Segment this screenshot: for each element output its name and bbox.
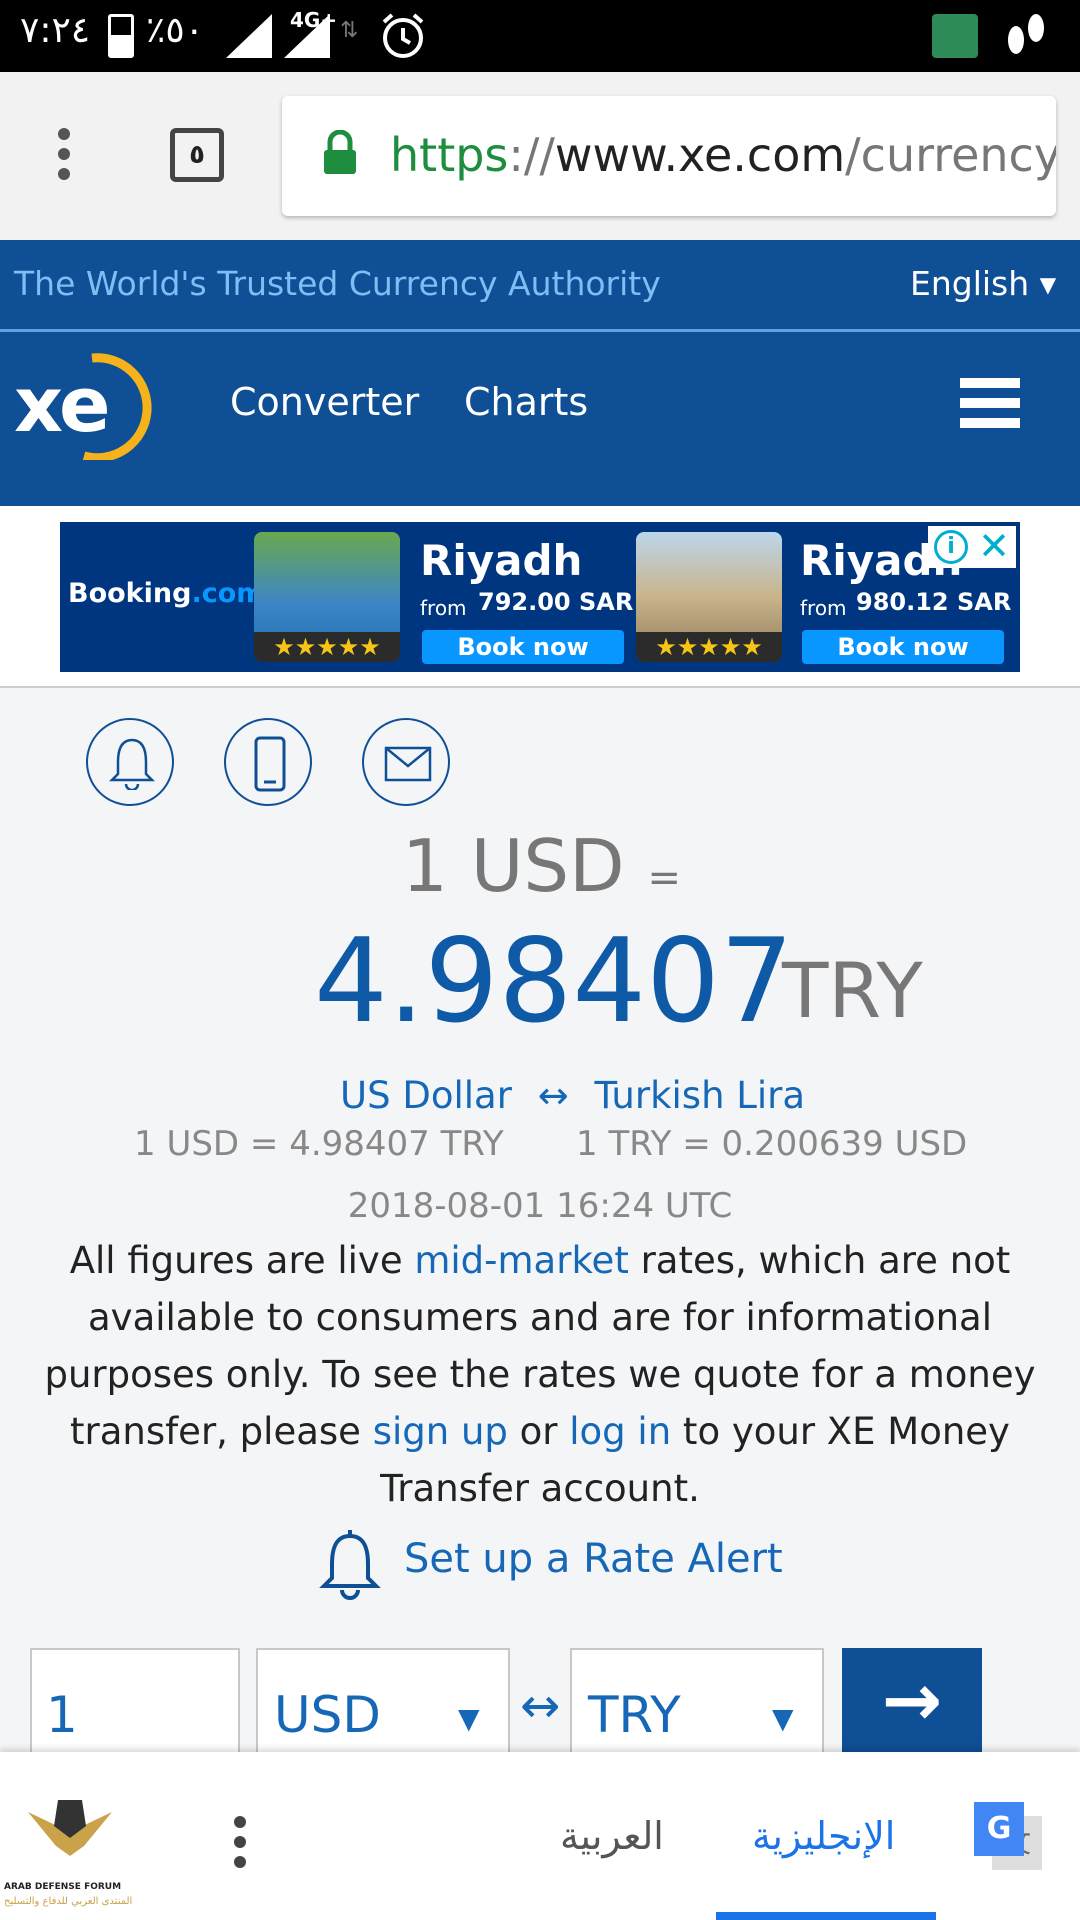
book-now-button-1[interactable]: Book now bbox=[422, 630, 624, 664]
mail-icon bbox=[384, 746, 432, 782]
ad-from-1: from bbox=[420, 596, 467, 620]
from-currency-link[interactable]: US Dollar bbox=[340, 1074, 512, 1117]
booking-logo: Booking.com bbox=[68, 578, 265, 609]
convert-button[interactable]: → bbox=[842, 1648, 982, 1758]
status-time: ٧:٢٤ bbox=[20, 10, 91, 51]
url-text: https://www.xe.com/currencyc bbox=[390, 128, 1056, 182]
google-translate-icon[interactable]: 文 G bbox=[974, 1802, 1042, 1870]
bell-icon bbox=[108, 738, 156, 790]
ad-controls: i ✕ bbox=[928, 526, 1016, 568]
mobile-app-button[interactable] bbox=[224, 718, 312, 806]
converter-form: 1 USD ▼ ↔ TRY ▼ → bbox=[0, 1648, 1080, 1758]
tab-switcher-button[interactable]: ٥ bbox=[170, 128, 224, 182]
mid-market-link[interactable]: mid-market bbox=[414, 1239, 628, 1282]
to-currency-link[interactable]: Turkish Lira bbox=[594, 1074, 805, 1117]
quote-currency: TRY bbox=[782, 946, 923, 1035]
translate-menu-icon[interactable] bbox=[234, 1816, 248, 1872]
watermark-text-ar: المنتدى العربي للدفاع والتسليح bbox=[4, 1896, 133, 1907]
amount-input[interactable]: 1 bbox=[30, 1648, 240, 1758]
from-currency-value: USD bbox=[274, 1686, 381, 1744]
selected-language-indicator bbox=[716, 1912, 936, 1920]
rate-alert-label: Set up a Rate Alert bbox=[404, 1536, 783, 1582]
log-in-link[interactable]: log in bbox=[569, 1410, 671, 1453]
address-bar[interactable]: https://www.xe.com/currencyc bbox=[282, 96, 1056, 216]
booking-ad-banner[interactable]: Booking.com ★★★★★ Riyadh from 792.00 SAR… bbox=[60, 522, 1020, 672]
arab-defense-forum-watermark: ARAB DEFENSE FORUM المنتدى العربي للدفاع… bbox=[0, 1792, 140, 1920]
alarm-icon bbox=[382, 13, 424, 58]
watermark-text-en: ARAB DEFENSE FORUM bbox=[4, 1882, 122, 1892]
app-notification-icon bbox=[932, 14, 978, 58]
chevron-down-icon: ▼ bbox=[772, 1702, 794, 1735]
language-selector[interactable]: English ▾ bbox=[910, 264, 1056, 303]
swap-icon[interactable]: ↔ bbox=[538, 1074, 569, 1117]
browser-toolbar: ٥ https://www.xe.com/currencyc bbox=[0, 72, 1080, 240]
base-amount: 1 USD = bbox=[402, 824, 681, 908]
site-top-strip: The World's Trusted Currency Authority E… bbox=[0, 240, 1080, 332]
sign-up-link[interactable]: sign up bbox=[373, 1410, 508, 1453]
hotel-stars-2: ★★★★★ bbox=[636, 632, 782, 662]
browser-menu-icon[interactable] bbox=[58, 128, 72, 184]
to-currency-value: TRY bbox=[588, 1686, 681, 1744]
data-activity-icon: ⇅ bbox=[340, 18, 359, 43]
ad-area: Booking.com ★★★★★ Riyadh from 792.00 SAR… bbox=[0, 506, 1080, 688]
site-tagline: The World's Trusted Currency Authority bbox=[14, 264, 661, 303]
chevron-down-icon: ▼ bbox=[458, 1702, 480, 1735]
ad-close-icon[interactable]: ✕ bbox=[976, 526, 1012, 566]
currency-names: US Dollar ↔ Turkish Lira bbox=[340, 1074, 805, 1117]
disclaimer-text: All figures are live mid-market rates, w… bbox=[44, 1239, 1036, 1510]
footsteps-icon bbox=[1008, 14, 1044, 54]
ad-city-1: Riyadh bbox=[420, 536, 583, 585]
ad-price-1: 792.00 SAR bbox=[478, 588, 634, 616]
translate-source-language[interactable]: الإنجليزية bbox=[752, 1814, 895, 1858]
ad-from-2: from bbox=[800, 596, 847, 620]
amount-value: 1 bbox=[46, 1686, 78, 1744]
hotel-stars-1: ★★★★★ bbox=[254, 632, 400, 662]
nav-converter[interactable]: Converter bbox=[230, 380, 419, 424]
battery-percent: ٪٥٠ bbox=[146, 10, 205, 51]
rate-value: 4.98407 bbox=[314, 914, 794, 1049]
site-navbar: xe Converter Charts bbox=[0, 332, 1080, 506]
hotel-image-2: ★★★★★ bbox=[636, 532, 782, 662]
ad-price-2: 980.12 SAR bbox=[856, 588, 1012, 616]
ad-info-icon[interactable]: i bbox=[934, 530, 968, 564]
translate-target-language[interactable]: العربية bbox=[560, 1814, 664, 1858]
email-button[interactable] bbox=[362, 718, 450, 806]
swap-currencies-button[interactable]: ↔ bbox=[520, 1678, 560, 1734]
hotel-image-1: ★★★★★ bbox=[254, 532, 400, 662]
signal-icon bbox=[226, 14, 272, 58]
nav-charts[interactable]: Charts bbox=[464, 380, 588, 424]
lock-icon bbox=[324, 130, 356, 174]
forum-logo-icon bbox=[28, 1800, 112, 1856]
translate-bar: ARAB DEFENSE FORUM المنتدى العربي للدفاع… bbox=[0, 1752, 1080, 1920]
book-now-button-2[interactable]: Book now bbox=[802, 630, 1004, 664]
status-bar: ٧:٢٤ ٪٥٠ 4G+ ⇅ bbox=[0, 0, 1080, 72]
xe-logo[interactable]: xe bbox=[14, 350, 154, 460]
xe-logo-text: xe bbox=[14, 360, 111, 449]
from-currency-select[interactable]: USD ▼ bbox=[256, 1648, 510, 1758]
rate-alert-bell-button[interactable] bbox=[86, 718, 174, 806]
forward-rate: 1 USD = 4.98407 TRY bbox=[134, 1124, 504, 1164]
to-currency-select[interactable]: TRY ▼ bbox=[570, 1648, 824, 1758]
hamburger-menu-icon[interactable] bbox=[960, 378, 1020, 440]
battery-icon bbox=[108, 14, 134, 58]
bell-icon bbox=[319, 1530, 381, 1600]
inverse-rate: 1 TRY = 0.200639 USD bbox=[576, 1124, 968, 1164]
phone-icon bbox=[254, 736, 286, 792]
rate-timestamp: 2018-08-01 16:24 UTC bbox=[347, 1186, 733, 1226]
network-type: 4G+ bbox=[290, 8, 338, 32]
